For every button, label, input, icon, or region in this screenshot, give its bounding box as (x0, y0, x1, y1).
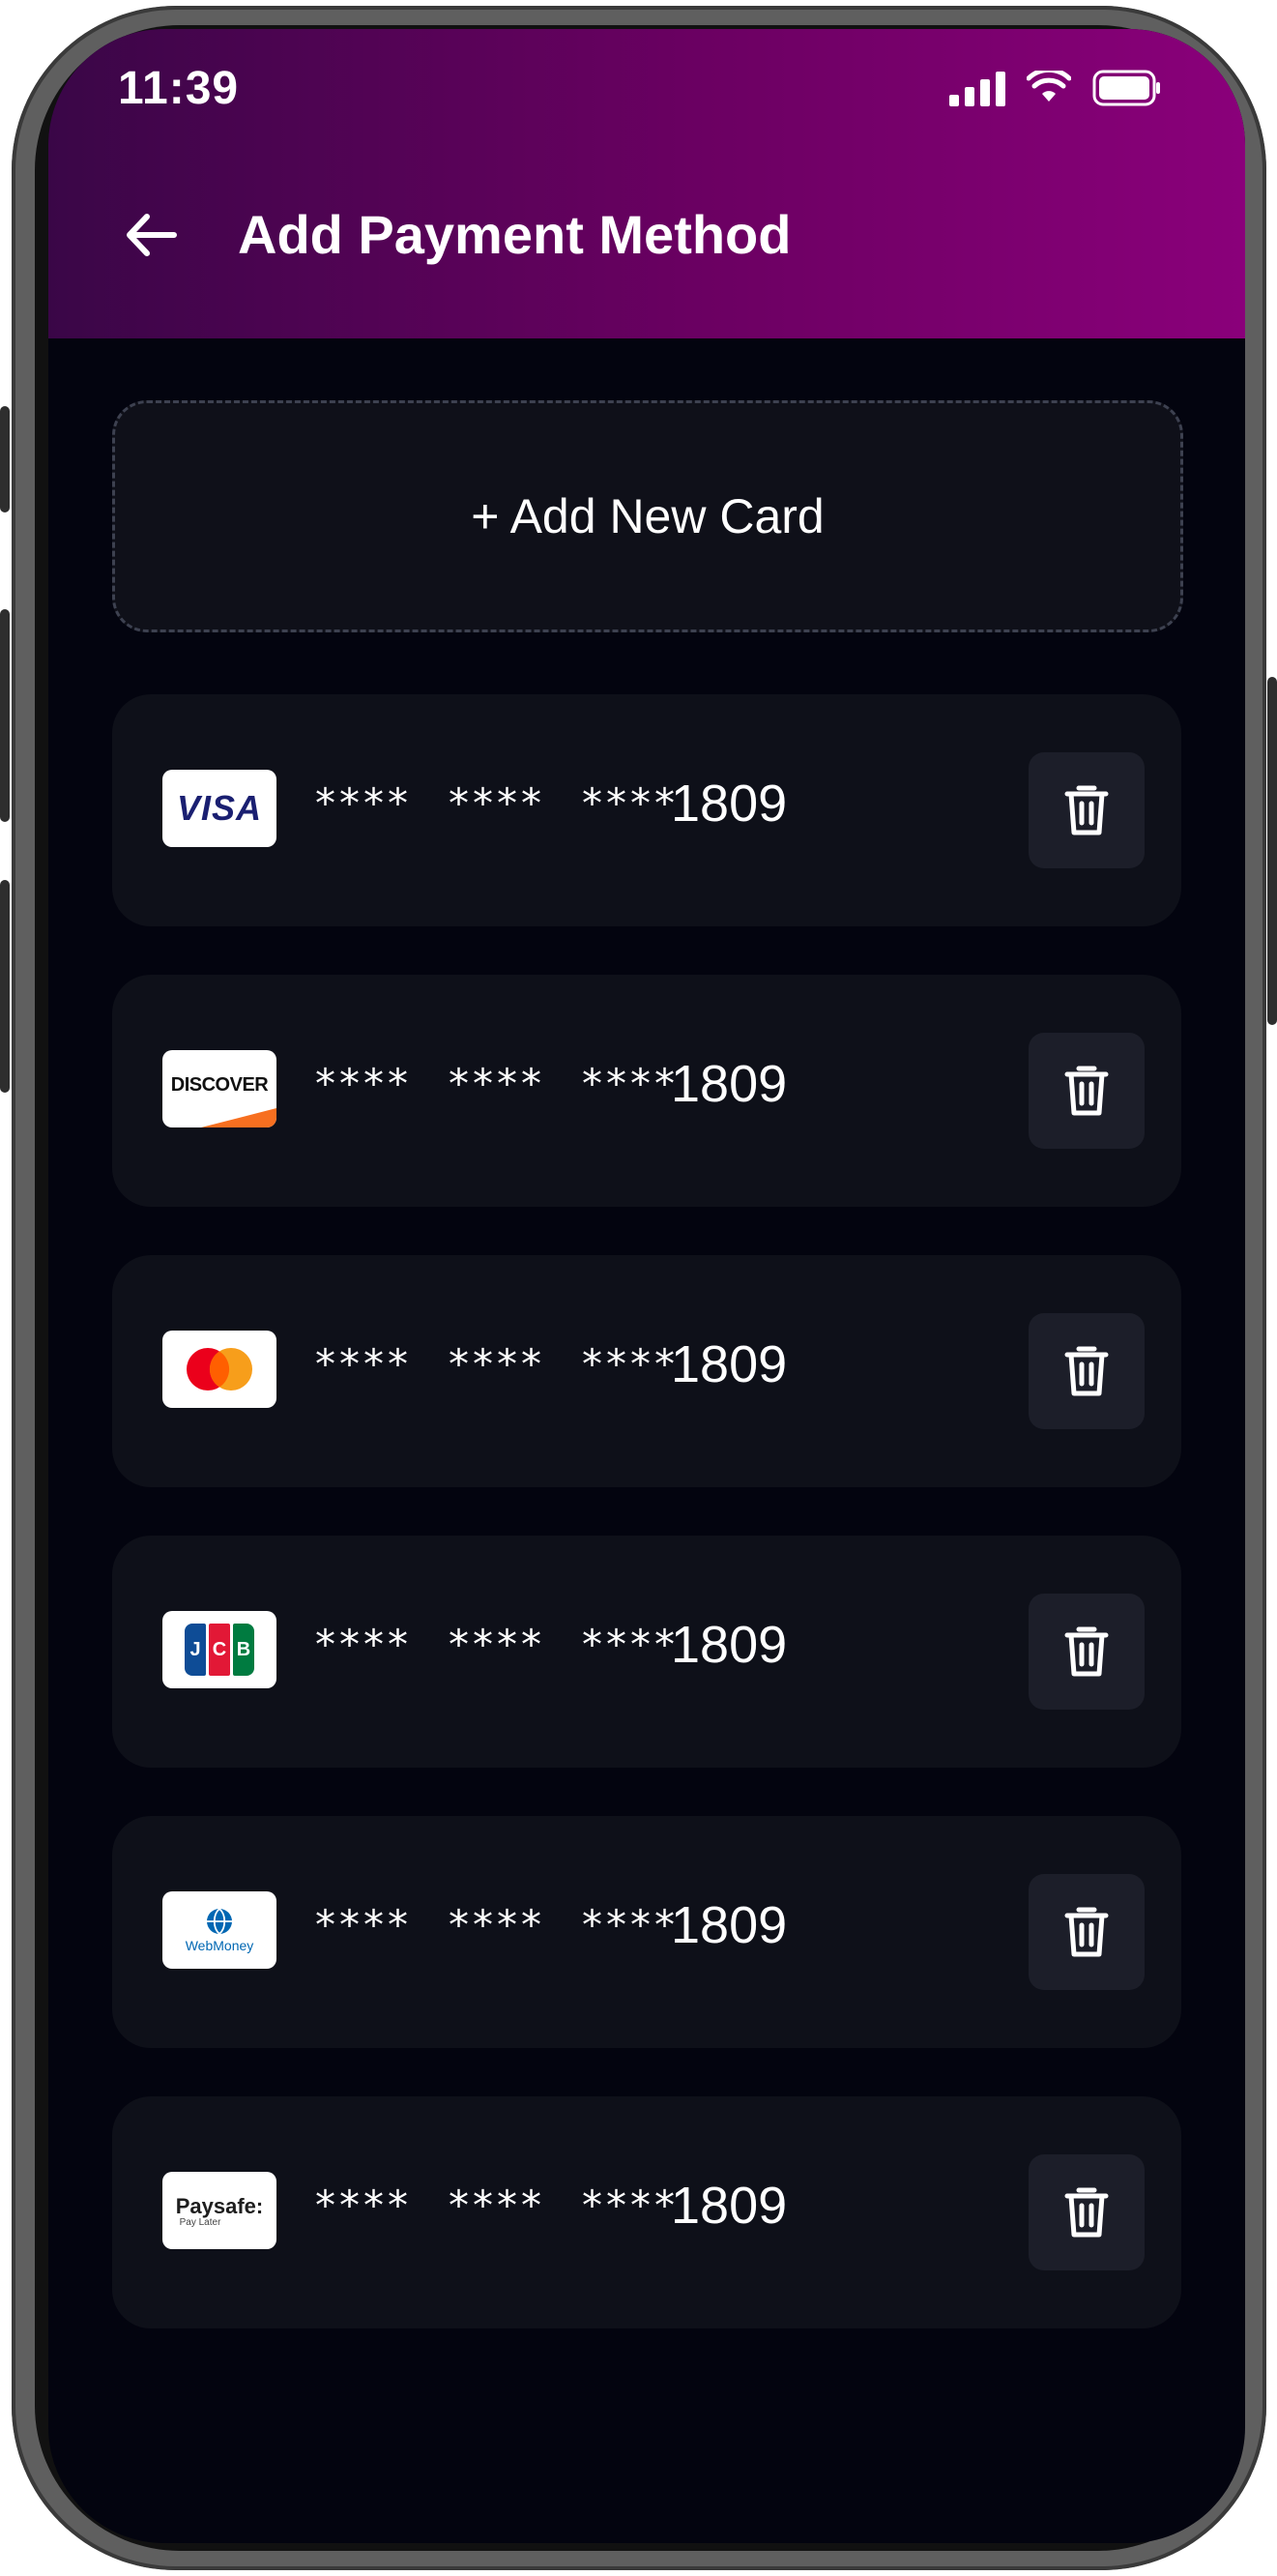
card-row[interactable]: WebMoney **** **** **** 1809 (112, 1816, 1181, 2048)
card-row[interactable]: J C B **** **** **** 1809 (112, 1536, 1181, 1768)
trash-icon (1064, 2187, 1109, 2238)
card-last4: 1809 (671, 1616, 788, 1674)
cellular-signal-icon (949, 70, 1005, 106)
card-last4: 1809 (671, 2177, 788, 2235)
trash-icon (1064, 1346, 1109, 1396)
trash-icon (1064, 1626, 1109, 1677)
add-new-card-label: + Add New Card (471, 489, 825, 543)
page-title: Add Payment Method (238, 204, 792, 265)
trash-icon (1064, 1066, 1109, 1116)
webmoney-logo-icon: WebMoney (162, 1891, 276, 1969)
masked-card-number: **** **** **** (315, 1340, 679, 1388)
masked-card-number: **** **** **** (315, 2181, 679, 2229)
paysafe-logo-icon: Paysafe: Pay Later (162, 2172, 276, 2249)
app-screen: 11:39 Add Payment Method + Add New Card (48, 29, 1245, 2543)
delete-card-button[interactable] (1029, 1033, 1145, 1149)
masked-card-number: **** **** **** (315, 1621, 679, 1668)
trash-icon (1064, 785, 1109, 835)
side-button-power (1267, 677, 1277, 1025)
wifi-icon (1027, 71, 1071, 102)
side-button-volume-up (0, 609, 10, 822)
side-button-mute (0, 406, 10, 512)
add-new-card-button[interactable]: + Add New Card (112, 400, 1183, 632)
side-button-volume-down (0, 880, 10, 1093)
visa-logo-icon: VISA (162, 770, 276, 847)
delete-card-button[interactable] (1029, 752, 1145, 868)
card-row[interactable]: Paysafe: Pay Later **** **** **** 1809 (112, 2096, 1181, 2328)
trash-icon (1064, 1907, 1109, 1957)
mastercard-logo-icon (162, 1331, 276, 1408)
app-header: 11:39 Add Payment Method (48, 29, 1245, 338)
status-icons (949, 70, 1162, 106)
card-last4: 1809 (671, 1335, 788, 1393)
masked-card-number: **** **** **** (315, 1901, 679, 1948)
card-last4: 1809 (671, 1896, 788, 1954)
card-row[interactable]: DISCOVER **** **** **** 1809 (112, 975, 1181, 1207)
arrow-left-icon[interactable] (118, 201, 186, 269)
card-last4: 1809 (671, 775, 788, 833)
delete-card-button[interactable] (1029, 1874, 1145, 1990)
delete-card-button[interactable] (1029, 1594, 1145, 1710)
masked-card-number: **** **** **** (315, 1060, 679, 1107)
jcb-logo-icon: J C B (162, 1611, 276, 1688)
card-row[interactable]: **** **** **** 1809 (112, 1255, 1181, 1487)
battery-icon (1092, 70, 1160, 106)
card-row[interactable]: VISA **** **** **** 1809 (112, 694, 1181, 926)
delete-card-button[interactable] (1029, 2154, 1145, 2270)
card-last4: 1809 (671, 1055, 788, 1113)
masked-card-number: **** **** **** (315, 779, 679, 827)
discover-logo-icon: DISCOVER (162, 1050, 276, 1127)
status-time: 11:39 (118, 63, 240, 114)
delete-card-button[interactable] (1029, 1313, 1145, 1429)
